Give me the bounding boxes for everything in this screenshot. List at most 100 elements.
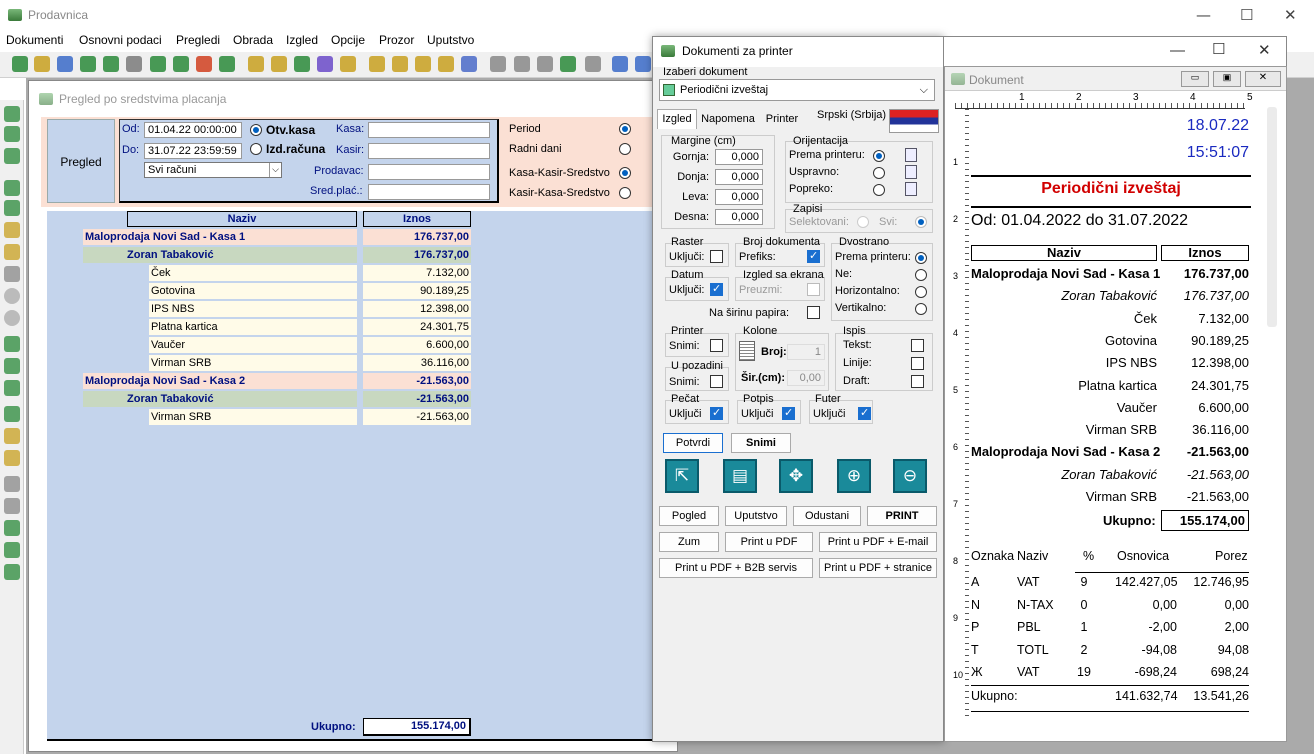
move-icon[interactable]: ✥ (779, 459, 813, 493)
toolbar-tool-icon[interactable] (126, 56, 142, 72)
ispis-checkbox[interactable] (911, 339, 924, 352)
dialog-max-icon[interactable]: ☐ (1212, 40, 1225, 58)
toolbar-tool-icon[interactable] (196, 56, 212, 72)
side-tool-icon[interactable] (4, 148, 20, 164)
kasir-kasa-radio[interactable] (619, 187, 631, 199)
grid-row-name[interactable]: Gotovina (149, 283, 357, 299)
col-header-naziv[interactable]: Naziv (127, 211, 357, 227)
preview-min-icon[interactable]: ▭ (1181, 71, 1209, 87)
prefiks-checkbox[interactable] (807, 249, 820, 263)
grid-row-amount[interactable]: 176.737,00 (363, 247, 471, 263)
menu-dokumenti[interactable]: Dokumenti (6, 33, 63, 47)
toolbar-tool-icon[interactable] (248, 56, 264, 72)
side-tool-icon[interactable] (4, 310, 20, 326)
v-scrollbar[interactable] (1267, 107, 1277, 327)
broj-field[interactable]: 1 (787, 344, 825, 360)
toolbar-tool-icon[interactable] (150, 56, 166, 72)
toolbar-tool-icon[interactable] (514, 56, 530, 72)
print-pdf-stranice-button[interactable]: Print u PDF + stranice (819, 558, 937, 578)
grid-row-amount[interactable]: 176.737,00 (363, 229, 471, 245)
grid-row-amount[interactable]: 7.132,00 (363, 265, 471, 281)
toolbar-tool-icon[interactable] (612, 56, 628, 72)
do-field[interactable]: 31.07.22 23:59:59 (144, 143, 242, 159)
zoom-out-icon[interactable]: ⊖ (893, 459, 927, 493)
print-pdf-email-button[interactable]: Print u PDF + E-mail (819, 532, 937, 552)
snimi-button[interactable]: Snimi (731, 433, 791, 453)
toolbar-tool-icon[interactable] (34, 56, 50, 72)
toolbar-tool-icon[interactable] (219, 56, 235, 72)
close-icon[interactable]: ✕ (1284, 6, 1297, 24)
toolbar-tool-icon[interactable] (585, 56, 601, 72)
maximize-icon[interactable]: ☐ (1240, 6, 1253, 24)
selektovani-radio[interactable] (857, 216, 869, 228)
racuni-select[interactable]: Svi računi ⌵ (144, 162, 282, 178)
toolbar-tool-icon[interactable] (635, 56, 651, 72)
grid-row-amount[interactable]: -21.563,00 (363, 409, 471, 425)
toolbar-tool-icon[interactable] (294, 56, 310, 72)
side-tool-icon[interactable] (4, 288, 20, 304)
side-tool-icon[interactable] (4, 266, 20, 282)
od-field[interactable]: 01.04.22 00:00:00 (144, 122, 242, 138)
margin-field[interactable]: 0,000 (715, 209, 763, 225)
potvrdi-button[interactable]: Potvrdi (663, 433, 723, 453)
futer-checkbox[interactable] (858, 406, 871, 420)
col-header-iznos[interactable]: Iznos (363, 211, 471, 227)
sir-field[interactable]: 0,00 (787, 370, 825, 386)
toolbar-tool-icon[interactable] (173, 56, 189, 72)
toolbar-tool-icon[interactable] (461, 56, 477, 72)
uputstvo-button[interactable]: Uputstvo (725, 506, 787, 526)
side-tool-icon[interactable] (4, 200, 20, 216)
pregled-button[interactable]: Pregled (47, 119, 115, 203)
sred-field[interactable] (368, 184, 490, 200)
side-tool-icon[interactable] (4, 564, 20, 580)
grid-row-amount[interactable]: 90.189,25 (363, 283, 471, 299)
dvostrano-radio[interactable] (915, 269, 927, 281)
side-tool-icon[interactable] (4, 244, 20, 260)
orientation-radio[interactable] (873, 167, 885, 179)
orientation-radio[interactable] (873, 150, 885, 162)
odustani-button[interactable]: Odustani (793, 506, 861, 526)
preview-restore-icon[interactable]: ▣ (1213, 71, 1241, 87)
potpis-checkbox[interactable] (782, 406, 795, 420)
side-tool-icon[interactable] (4, 498, 20, 514)
grid-row-name[interactable]: Zoran Tabaković (83, 247, 357, 263)
orientation-radio[interactable] (873, 184, 885, 196)
dvostrano-radio[interactable] (915, 286, 927, 298)
side-tool-icon[interactable] (4, 336, 20, 352)
kasa-field[interactable] (368, 122, 490, 138)
grid-row-name[interactable]: Virman SRB (149, 409, 357, 425)
side-tool-icon[interactable] (4, 476, 20, 492)
zoom-in-icon[interactable]: ⊕ (837, 459, 871, 493)
serbia-flag-icon[interactable] (889, 109, 939, 133)
menu-prozor[interactable]: Prozor (379, 33, 414, 47)
grid-row-name[interactable]: Zoran Tabaković (83, 391, 357, 407)
toolbar-tool-icon[interactable] (392, 56, 408, 72)
zum-button[interactable]: Zum (659, 532, 719, 552)
kasir-field[interactable] (368, 143, 490, 159)
dokument-select[interactable]: Periodični izveštaj ⌵ (659, 79, 935, 101)
izd-racuna-radio[interactable] (250, 143, 262, 155)
toolbar-tool-icon[interactable] (80, 56, 96, 72)
toolbar-tool-icon[interactable] (12, 56, 28, 72)
na-sirinu-checkbox[interactable] (807, 306, 820, 319)
toolbar-tool-icon[interactable] (490, 56, 506, 72)
side-tool-icon[interactable] (4, 542, 20, 558)
kasa-kasir-radio[interactable] (619, 167, 631, 179)
tab-izgled[interactable]: Izgled (657, 109, 697, 129)
raster-checkbox[interactable] (710, 250, 723, 263)
toolbar-tool-icon[interactable] (537, 56, 553, 72)
side-tool-icon[interactable] (4, 126, 20, 142)
toolbar-tool-icon[interactable] (271, 56, 287, 72)
grid-row-amount[interactable]: 12.398,00 (363, 301, 471, 317)
side-tool-icon[interactable] (4, 520, 20, 536)
period-radio[interactable] (619, 123, 631, 135)
ispis-checkbox[interactable] (911, 375, 924, 388)
grid-row-name[interactable]: Maloprodaja Novi Sad - Kasa 2 (83, 373, 357, 389)
grid-row-name[interactable]: Ček (149, 265, 357, 281)
prodavac-field[interactable] (368, 164, 490, 180)
grid-row-name[interactable]: Virman SRB (149, 355, 357, 371)
dialog-close-icon[interactable]: ✕ (1258, 41, 1271, 59)
grid-row-name[interactable]: Platna kartica (149, 319, 357, 335)
menu-izgled[interactable]: Izgled (286, 33, 318, 47)
toolbar-tool-icon[interactable] (438, 56, 454, 72)
